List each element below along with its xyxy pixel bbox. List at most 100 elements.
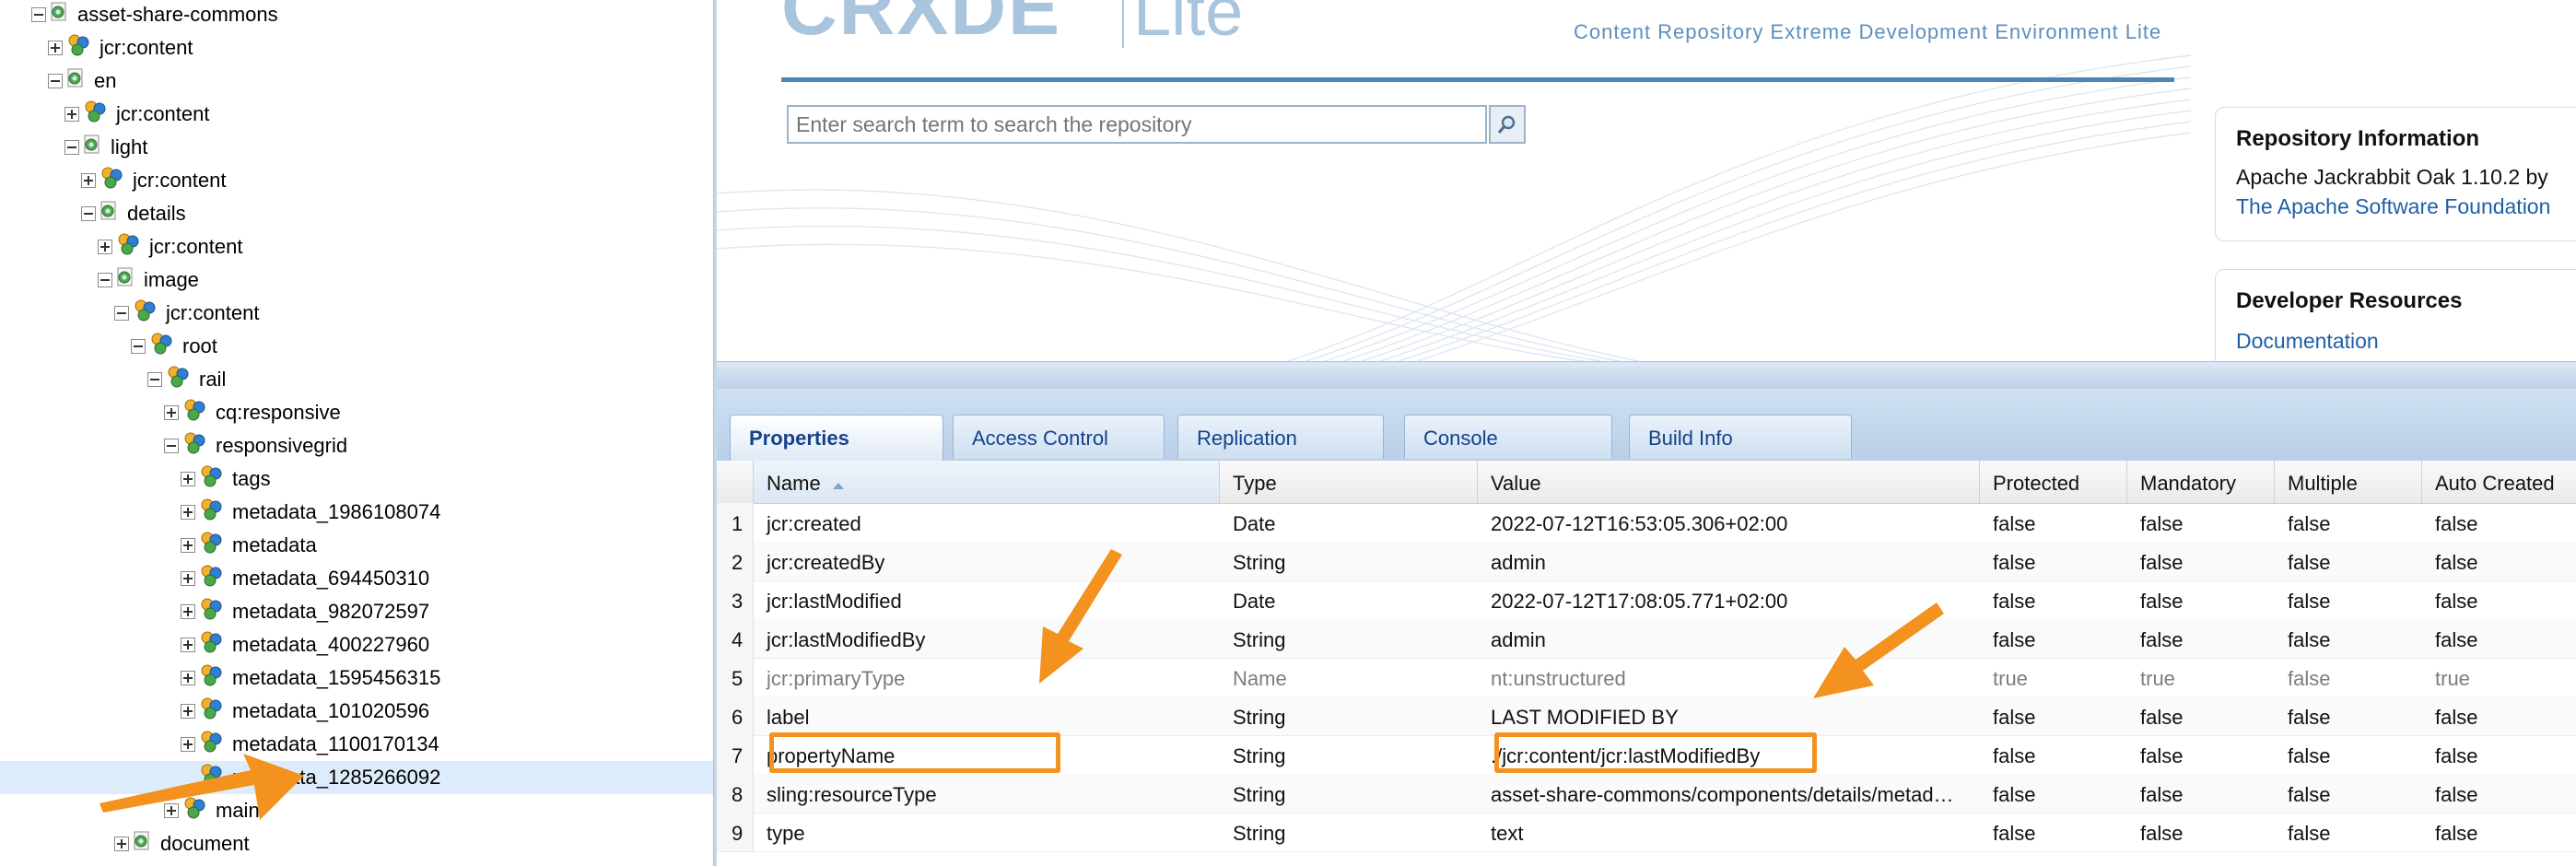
cell-name[interactable]: jcr:createdBy xyxy=(754,542,1220,580)
expand-toggle-icon[interactable] xyxy=(181,472,195,486)
cell-auto-created[interactable]: false xyxy=(2422,503,2576,542)
expand-toggle-icon[interactable] xyxy=(181,704,195,719)
tree-node[interactable]: metadata_694450310 xyxy=(181,562,429,595)
cell-protected[interactable]: false xyxy=(1980,696,2127,735)
cell-multiple[interactable]: false xyxy=(2275,813,2422,851)
tree-node[interactable]: metadata_400227960 xyxy=(181,628,429,661)
cell-type[interactable]: Name xyxy=(1220,658,1478,696)
property-row[interactable]: 9 type String text false false false false xyxy=(717,813,2576,852)
documentation-link[interactable]: Documentation xyxy=(2236,329,2379,354)
cell-protected[interactable]: false xyxy=(1980,619,2127,658)
column-header-multiple[interactable]: Multiple xyxy=(2275,461,2422,503)
cell-type[interactable]: String xyxy=(1220,735,1478,774)
expand-toggle-icon[interactable] xyxy=(64,107,79,122)
cell-mandatory[interactable]: false xyxy=(2127,619,2275,658)
expand-toggle-icon[interactable] xyxy=(181,538,195,553)
tree-node[interactable]: jcr:content xyxy=(98,230,243,263)
cell-mandatory[interactable]: false xyxy=(2127,774,2275,813)
cell-auto-created[interactable]: false xyxy=(2422,696,2576,735)
tree-node[interactable]: metadata_101020596 xyxy=(181,695,429,728)
collapse-toggle-icon[interactable] xyxy=(164,439,179,453)
cell-protected[interactable]: true xyxy=(1980,658,2127,696)
collapse-toggle-icon[interactable] xyxy=(98,273,112,287)
cell-auto-created[interactable]: false xyxy=(2422,813,2576,851)
expand-toggle-icon[interactable] xyxy=(181,505,195,520)
collapse-toggle-icon[interactable] xyxy=(48,74,63,88)
tree-node[interactable]: asset-share-commons xyxy=(31,0,278,31)
tree-node[interactable]: document xyxy=(114,827,250,860)
tree-node[interactable]: en xyxy=(48,64,116,98)
search-input[interactable] xyxy=(787,105,1487,144)
tab-properties[interactable]: Properties xyxy=(730,415,943,461)
collapse-toggle-icon[interactable] xyxy=(131,339,146,354)
cell-auto-created[interactable]: false xyxy=(2422,774,2576,813)
cell-protected[interactable]: false xyxy=(1980,735,2127,774)
collapse-toggle-icon[interactable] xyxy=(147,372,162,387)
expand-toggle-icon[interactable] xyxy=(181,737,195,752)
cell-auto-created[interactable]: true xyxy=(2422,658,2576,696)
expand-toggle-icon[interactable] xyxy=(181,671,195,685)
cell-auto-created[interactable]: false xyxy=(2422,580,2576,619)
tab-access-control[interactable]: Access Control xyxy=(953,415,1165,459)
cell-name[interactable]: type xyxy=(754,813,1220,851)
cell-mandatory[interactable]: false xyxy=(2127,503,2275,542)
tree-node[interactable]: root xyxy=(131,330,217,363)
cell-mandatory[interactable]: false xyxy=(2127,735,2275,774)
cell-type[interactable]: Date xyxy=(1220,580,1478,619)
cell-name[interactable]: jcr:lastModifiedBy xyxy=(754,619,1220,658)
cell-mandatory[interactable]: true xyxy=(2127,658,2275,696)
tree-node[interactable]: jcr:content xyxy=(48,31,193,64)
cell-protected[interactable]: false xyxy=(1980,580,2127,619)
column-header-name[interactable]: Name xyxy=(754,461,1220,503)
cell-multiple[interactable]: false xyxy=(2275,619,2422,658)
tree-node[interactable]: metadata xyxy=(181,529,317,562)
property-row[interactable]: 1 jcr:created Date 2022-07-12T16:53:05.306+… xyxy=(717,503,2576,543)
tree-node[interactable]: jcr:content xyxy=(81,164,227,197)
cell-type[interactable]: String xyxy=(1220,619,1478,658)
cell-multiple[interactable]: false xyxy=(2275,580,2422,619)
cell-name[interactable]: label xyxy=(754,696,1220,735)
tree-node[interactable]: metadata_1285266092 xyxy=(0,761,715,794)
cell-name[interactable]: jcr:primaryType xyxy=(754,658,1220,696)
cell-protected[interactable]: false xyxy=(1980,542,2127,580)
cell-multiple[interactable]: false xyxy=(2275,658,2422,696)
column-header-value[interactable]: Value xyxy=(1478,461,1980,503)
property-row[interactable]: 4 jcr:lastModifiedBy String admin false false… xyxy=(717,619,2576,659)
collapse-toggle-icon[interactable] xyxy=(114,306,129,321)
cell-mandatory[interactable]: false xyxy=(2127,580,2275,619)
cell-auto-created[interactable]: false xyxy=(2422,542,2576,580)
property-row[interactable]: 5 jcr:primaryType Name nt:unstructured true t… xyxy=(717,658,2576,697)
cell-type[interactable]: String xyxy=(1220,696,1478,735)
cell-value[interactable]: text xyxy=(1478,813,1980,851)
property-row[interactable]: 3 jcr:lastModified Date 2022-07-12T17:08:05… xyxy=(717,580,2576,620)
cell-protected[interactable]: false xyxy=(1980,503,2127,542)
property-row[interactable]: 8 sling:resourceType String asset-share-com… xyxy=(717,774,2576,813)
expand-toggle-icon[interactable] xyxy=(181,571,195,586)
collapse-toggle-icon[interactable] xyxy=(31,7,46,22)
cell-multiple[interactable]: false xyxy=(2275,542,2422,580)
tree-node[interactable]: main xyxy=(164,794,260,827)
tab-replication[interactable]: Replication xyxy=(1177,415,1384,459)
cell-type[interactable]: Date xyxy=(1220,503,1478,542)
search-button[interactable] xyxy=(1489,105,1526,144)
cell-mandatory[interactable]: false xyxy=(2127,813,2275,851)
expand-toggle-icon[interactable] xyxy=(114,837,129,851)
cell-name[interactable]: jcr:created xyxy=(754,503,1220,542)
tab-console[interactable]: Console xyxy=(1404,415,1612,459)
cell-auto-created[interactable]: false xyxy=(2422,619,2576,658)
cell-multiple[interactable]: false xyxy=(2275,735,2422,774)
expand-toggle-icon[interactable] xyxy=(164,803,179,818)
expand-toggle-icon[interactable] xyxy=(98,240,112,254)
tree-node[interactable]: rail xyxy=(147,363,226,396)
property-row[interactable]: 2 jcr:createdBy String admin false false false… xyxy=(717,542,2576,581)
property-row[interactable]: 6 label String LAST MODIFIED BY false false fa… xyxy=(717,696,2576,736)
cell-type[interactable]: String xyxy=(1220,542,1478,580)
cell-mandatory[interactable]: false xyxy=(2127,696,2275,735)
tree-node[interactable]: image xyxy=(98,263,199,297)
cell-multiple[interactable]: false xyxy=(2275,696,2422,735)
tree-node[interactable]: metadata_1595456315 xyxy=(181,661,440,695)
tree-node[interactable]: jcr:content xyxy=(64,98,210,131)
expand-toggle-icon[interactable] xyxy=(181,604,195,619)
tree-node[interactable]: metadata_1986108074 xyxy=(181,496,440,529)
tree-node[interactable]: responsivegrid xyxy=(164,429,347,462)
